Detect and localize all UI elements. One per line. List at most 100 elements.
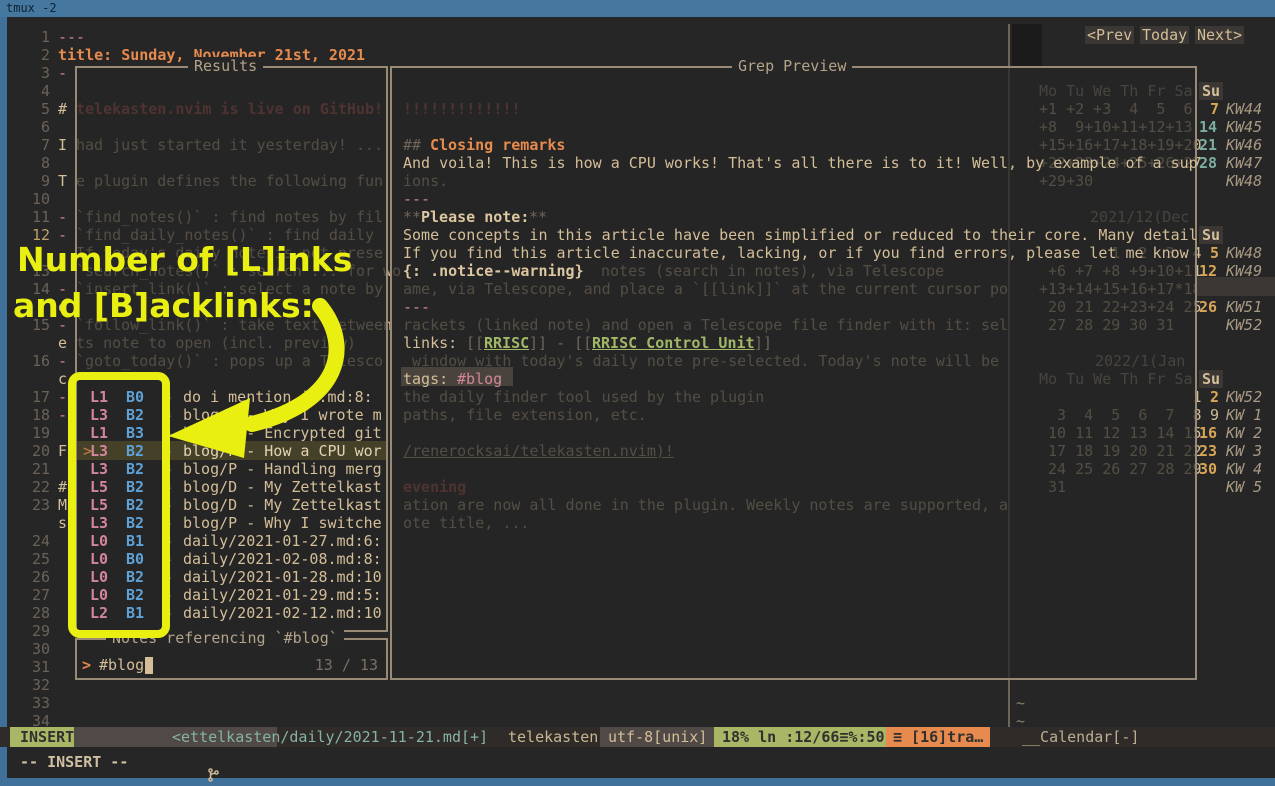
links-count: L1	[84, 424, 108, 442]
line-number: 32	[8, 676, 50, 694]
line-number: 28	[8, 604, 50, 622]
window-frame-left	[0, 17, 7, 786]
download-arrow-icon: ⬇	[165, 478, 173, 496]
result-filename: daily/2021-02-08.md:8:	[183, 550, 382, 568]
preview-line-segment: Closing remarks	[430, 136, 565, 154]
line-number: 19	[8, 424, 50, 442]
preview-line-segment: Please note:	[421, 208, 529, 226]
results-window-title: Results	[188, 57, 263, 75]
preview-line-segment: {: .notice--warning}	[403, 262, 584, 280]
buffer-text: F	[58, 442, 67, 460]
preview-line-segment: **	[529, 208, 547, 226]
buffer-text: c	[58, 370, 67, 388]
calendar-cell: 14	[1199, 118, 1217, 136]
calendar-cell: KW45	[1226, 118, 1262, 136]
line-number: 24	[8, 532, 50, 550]
download-arrow-icon: ⬇	[165, 586, 173, 604]
result-filename: blog/D - My Zettelkast	[183, 478, 382, 496]
backlinks-count: B3	[120, 424, 144, 442]
result-filename: daily/2021-02-12.md:10	[183, 604, 382, 622]
calendar-cell: KW 3	[1226, 442, 1262, 460]
backlinks-count: B1	[120, 532, 144, 550]
calendar-cell: KW51	[1226, 298, 1262, 316]
line-number: 17	[8, 388, 50, 406]
download-arrow-icon: ⬇	[165, 460, 173, 478]
backlinks-count: B2	[120, 586, 144, 604]
download-arrow-icon: ⬇	[165, 550, 173, 568]
backlinks-count: B2	[120, 496, 144, 514]
backlinks-count: B2	[120, 442, 144, 460]
buffer-text: -	[58, 406, 67, 424]
buffer-text: #	[58, 478, 67, 496]
preview-line-segment: links:	[403, 334, 466, 352]
download-arrow-icon: ⬇	[165, 532, 173, 550]
links-count: L0	[84, 550, 108, 568]
buffer-text: -	[58, 280, 67, 298]
buffer-text: s	[58, 514, 67, 532]
calendar-today-button[interactable]: Today	[1140, 26, 1189, 44]
download-arrow-icon: ⬇	[165, 424, 173, 442]
calendar-cell: 26	[1199, 298, 1217, 316]
links-count: L5	[84, 496, 108, 514]
links-count: L0	[84, 532, 108, 550]
buffer-text: -	[58, 316, 67, 334]
line-number: 1	[8, 28, 50, 46]
buffer-text: e	[58, 334, 67, 352]
preview-line-segment: If you find this article inaccurate, lac…	[403, 244, 1189, 262]
calendar-cell: KW52	[1226, 316, 1262, 334]
result-filename: do i mention it.md:8:	[183, 388, 373, 406]
encoding-segment: utf-8[unix]	[600, 727, 715, 747]
buffer-text: -	[58, 352, 67, 370]
calendar-cell: Su	[1199, 370, 1223, 388]
links-count: L1	[84, 388, 108, 406]
search-input[interactable]: #blog	[99, 656, 144, 674]
preview-line-segment: ]]	[754, 334, 772, 352]
download-arrow-icon: ⬇	[165, 442, 173, 460]
preview-line-segment: ##	[403, 136, 421, 154]
result-filename: blog/P - Handling merg	[183, 460, 382, 478]
preview-line-segment: ]] - [[	[529, 334, 592, 352]
links-count: L3	[84, 460, 108, 478]
buffer-text: M	[58, 496, 67, 514]
tmux-title-bar: tmux -2	[0, 0, 1275, 17]
buffer-text: #	[58, 100, 67, 118]
line-number: 14	[8, 280, 50, 298]
download-arrow-icon: ⬇	[165, 514, 173, 532]
line-number: 2	[8, 46, 50, 64]
result-filename: blog/D - My Zettelkast	[183, 496, 382, 514]
calendar-cell: 21	[1199, 136, 1217, 154]
calendar-cell: Su	[1199, 226, 1223, 244]
links-count: L3	[84, 406, 108, 424]
calendar-cell: ~	[1016, 694, 1025, 712]
line-number: 15	[8, 316, 50, 334]
links-count: L0	[84, 586, 108, 604]
calendar-cell: 5	[1201, 244, 1219, 262]
line-number: 12	[8, 226, 50, 244]
calendar-cell: Su	[1199, 82, 1223, 100]
backlinks-count: B0	[120, 388, 144, 406]
calendar-next-button[interactable]: Next>	[1195, 26, 1244, 44]
backlinks-count: B2	[120, 478, 144, 496]
backlinks-count: B2	[120, 514, 144, 532]
line-number: 18	[8, 406, 50, 424]
line-number: 29	[8, 622, 50, 640]
backlinks-count: B0	[120, 550, 144, 568]
line-number: 4	[8, 82, 50, 100]
calendar-cell: KW52	[1226, 388, 1262, 406]
calendar-week-highlight	[1195, 277, 1275, 296]
prompt-window-title: Notes referencing `#blog`	[106, 629, 344, 647]
calendar-prev-button[interactable]: <Prev	[1085, 26, 1134, 44]
links-count: L0	[84, 568, 108, 586]
preview-line-segment: Some concepts in this article have been …	[403, 226, 1198, 244]
calendar-cell: 2	[1201, 388, 1219, 406]
preview-line-segment: #blog	[457, 370, 502, 388]
calendar-cell: 9	[1201, 406, 1219, 424]
result-filename: blog/P - Encrypted git	[183, 424, 382, 442]
line-number: 16	[8, 352, 50, 370]
preview-line-segment: **	[403, 208, 421, 226]
calendar-statusline-segment: __Calendar[-]	[1022, 727, 1139, 747]
links-count: L3	[84, 514, 108, 532]
backlinks-count: B1	[120, 604, 144, 622]
line-number: 31	[8, 658, 50, 676]
buffer-text: -	[58, 226, 67, 244]
